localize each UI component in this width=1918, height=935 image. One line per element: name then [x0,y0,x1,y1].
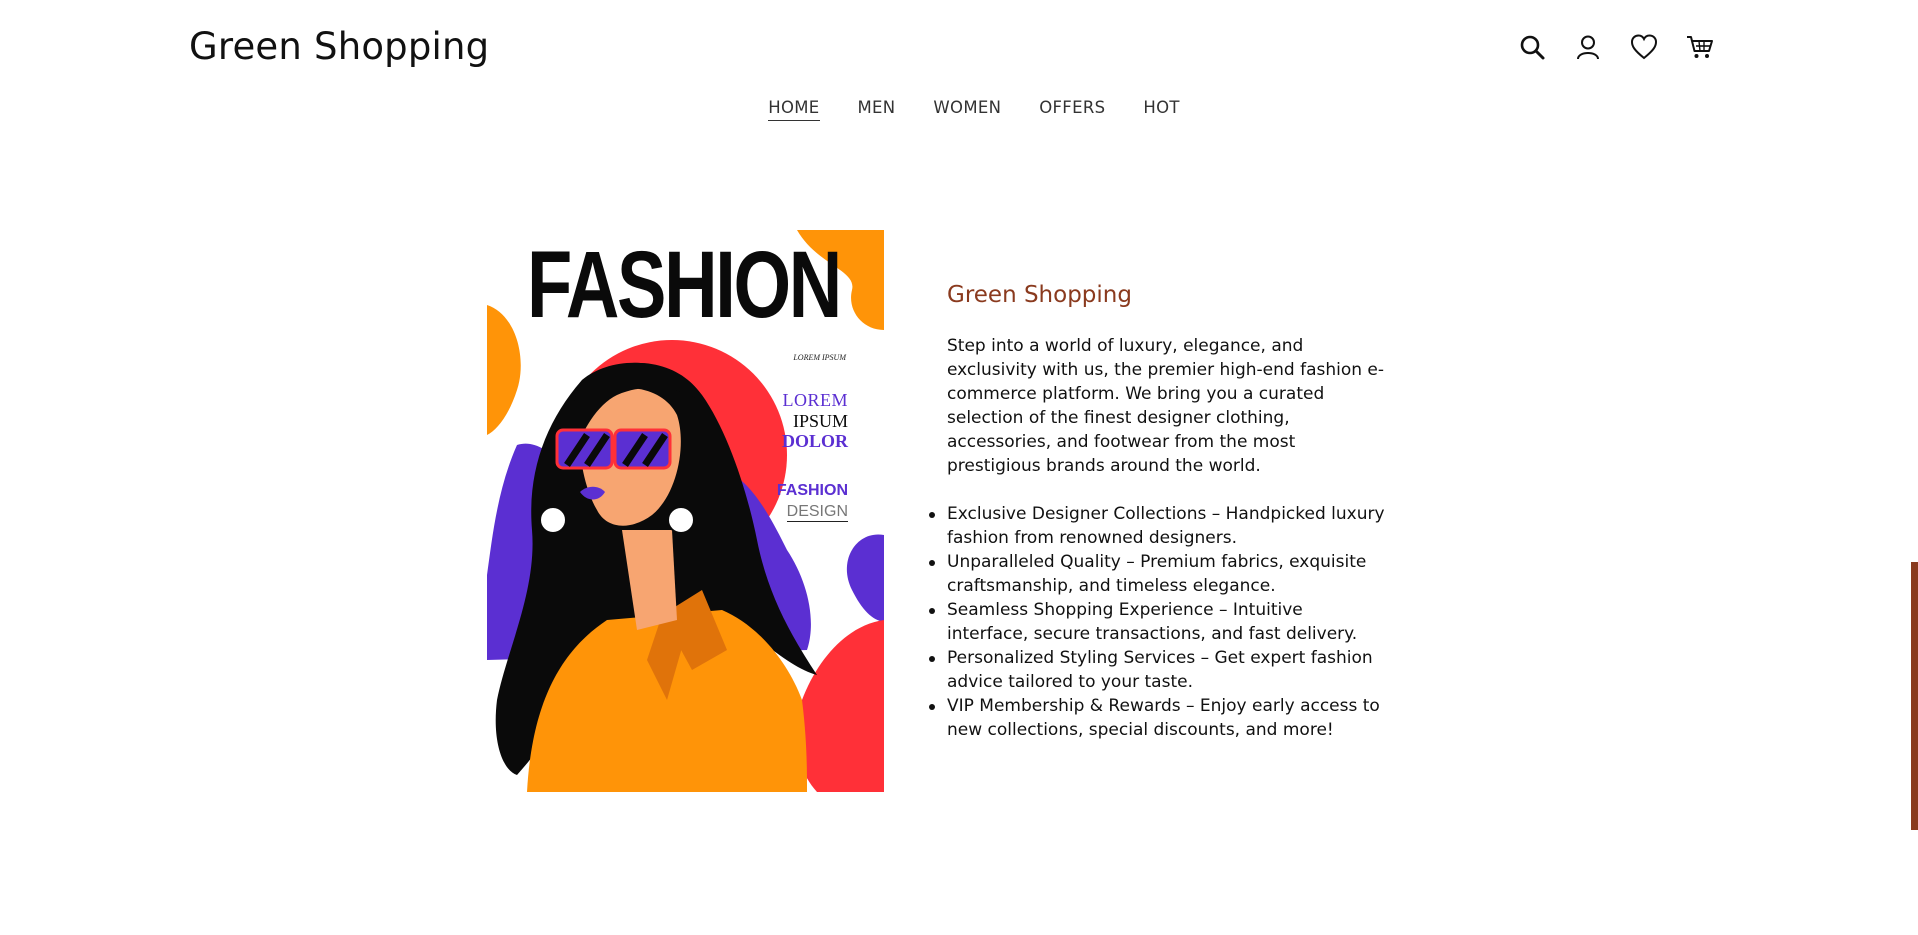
poster-tagline: LOREM IPSUM [793,353,846,362]
search-icon[interactable] [1517,32,1547,62]
nav-item-women[interactable]: WOMEN [933,98,1001,121]
feature-item: Seamless Shopping Experience – Intuitive… [929,598,1387,646]
poster-design-label: DESIGN [786,503,848,522]
cart-icon[interactable] [1685,32,1715,62]
poster-dolor: DOLOR [781,431,848,451]
about-title: Green Shopping [947,282,1132,308]
wishlist-heart-icon[interactable] [1629,32,1659,62]
about-section: Green Shopping Step into a world of luxu… [929,282,1387,742]
feature-item: VIP Membership & Rewards – Enjoy early a… [929,694,1387,742]
header-actions [1517,32,1715,62]
poster-ipsum: IPSUM [792,411,848,431]
nav-item-offers[interactable]: OFFERS [1039,98,1105,121]
side-scroll-accent[interactable] [1911,562,1918,830]
poster-headline: FASHION [527,232,842,338]
nav-item-home[interactable]: HOME [768,98,820,121]
site-logo[interactable]: Green Shopping [189,25,489,68]
feature-item: Personalized Styling Services – Get expe… [929,646,1387,694]
feature-item: Unparalleled Quality – Premium fabrics, … [929,550,1387,598]
about-intro: Step into a world of luxury, elegance, a… [947,336,1385,476]
nav-item-men[interactable]: MEN [858,98,896,121]
account-icon[interactable] [1573,32,1603,62]
nav-item-hot[interactable]: HOT [1143,98,1179,121]
poster-lorem: LOREM [782,390,848,410]
feature-list: Exclusive Designer Collections – Handpic… [929,502,1387,742]
feature-item: Exclusive Designer Collections – Handpic… [929,502,1387,550]
poster-fashion-label: FASHION [776,482,848,499]
main-nav: HOME MEN WOMEN OFFERS HOT [0,98,1918,121]
fashion-poster-image: FASHION LOREM IPSUM LOREM IPSUM DOLOR FA… [487,230,884,792]
